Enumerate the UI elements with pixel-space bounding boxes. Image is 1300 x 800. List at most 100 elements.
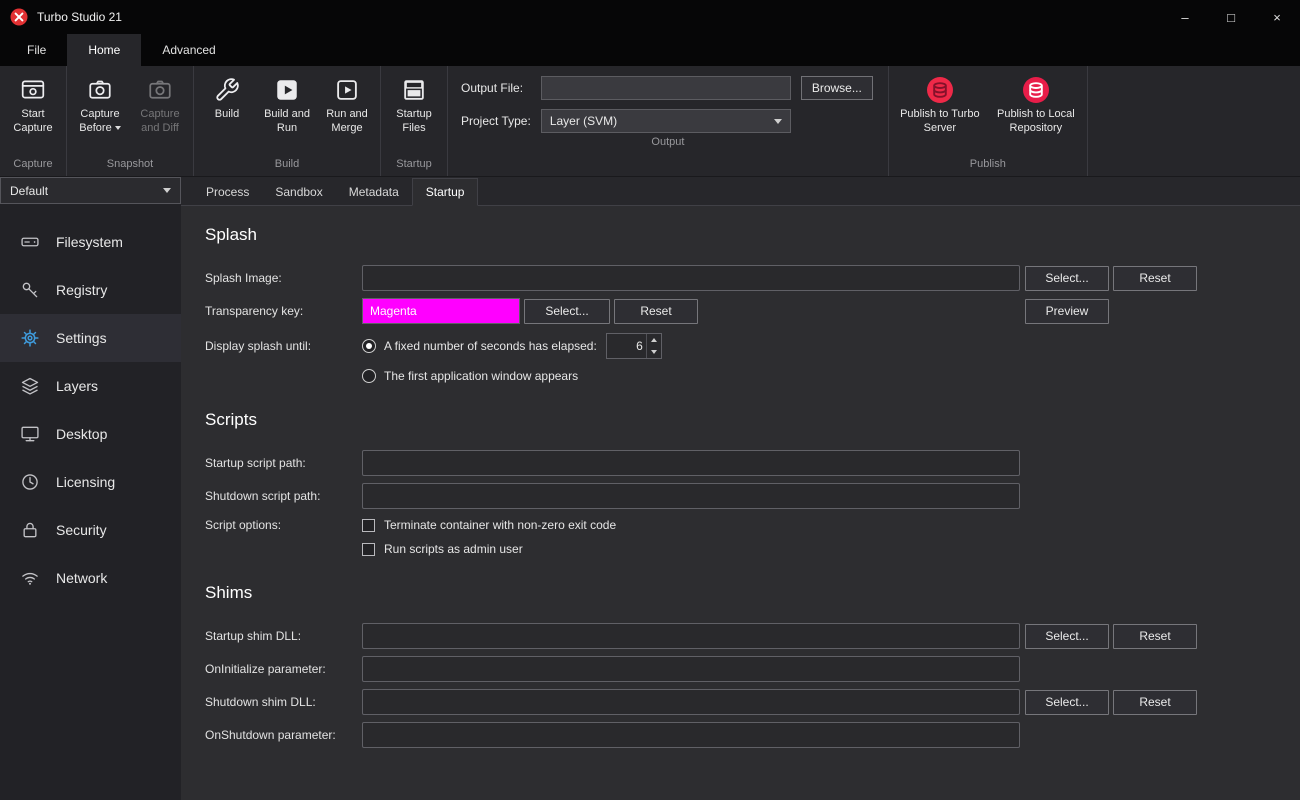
sidebar-item-security[interactable]: Security	[0, 506, 181, 554]
sidebar-item-desktop[interactable]: Desktop	[0, 410, 181, 458]
play-merge-icon	[334, 76, 360, 103]
drive-icon	[20, 232, 40, 252]
startup-script-input[interactable]	[362, 450, 1020, 476]
publish-to-local-repository-button[interactable]: Publish to Local Repository	[988, 71, 1084, 136]
shutdown-script-input[interactable]	[362, 483, 1020, 509]
sidebar-item-layers[interactable]: Layers	[0, 362, 181, 410]
app-logo-icon	[10, 8, 28, 26]
minimize-button[interactable]: –	[1162, 0, 1208, 34]
sidebar-nav: Filesystem Registry Settings	[0, 218, 181, 602]
startup-shim-input[interactable]	[362, 623, 1020, 649]
tab-metadata[interactable]: Metadata	[336, 178, 412, 206]
spinner-down-icon[interactable]	[647, 346, 661, 358]
run-and-merge-button[interactable]: Run and Merge	[317, 71, 377, 136]
menu-tab-file[interactable]: File	[6, 34, 67, 66]
lock-icon	[20, 520, 40, 540]
fixed-seconds-radio[interactable]	[362, 339, 376, 353]
oninitialize-row: OnInitialize parameter:	[205, 656, 1197, 682]
ribbon: Start Capture Capture Capture Before Cap…	[0, 66, 1300, 177]
tab-startup[interactable]: Startup	[412, 178, 479, 206]
chevron-down-icon	[774, 119, 782, 124]
key-icon	[20, 280, 40, 300]
tab-process[interactable]: Process	[193, 178, 262, 206]
startup-shim-row: Startup shim DLL: Select... Reset	[205, 623, 1197, 649]
onshutdown-label: OnShutdown parameter:	[205, 728, 362, 742]
transparency-reset-button[interactable]: Reset	[614, 299, 698, 324]
capture-and-diff-button[interactable]: Capture and Diff	[130, 71, 190, 136]
startup-files-label: Startup Files	[384, 108, 444, 136]
run-as-admin-checkbox[interactable]	[362, 543, 375, 556]
seconds-spinner	[606, 333, 662, 359]
sidebar-item-network[interactable]: Network	[0, 554, 181, 602]
first-window-radio[interactable]	[362, 369, 376, 383]
ribbon-group-label-publish: Publish	[892, 155, 1084, 176]
sidebar-item-filesystem[interactable]: Filesystem	[0, 218, 181, 266]
capture-before-button[interactable]: Capture Before	[70, 71, 130, 136]
output-file-label: Output File:	[461, 81, 531, 95]
oninitialize-input[interactable]	[362, 656, 1020, 682]
startup-files-icon	[401, 76, 427, 103]
startup-shim-reset-button[interactable]: Reset	[1113, 624, 1197, 649]
monitor-icon	[20, 424, 40, 444]
shutdown-shim-reset-button[interactable]: Reset	[1113, 690, 1197, 715]
camera-diff-icon	[147, 76, 173, 103]
run-as-admin-label: Run scripts as admin user	[384, 542, 523, 556]
startup-files-button[interactable]: Startup Files	[384, 71, 444, 136]
spinner-up-icon[interactable]	[647, 334, 661, 346]
ribbon-group-capture: Start Capture Capture	[0, 66, 67, 176]
publish-to-turbo-server-button[interactable]: Publish to Turbo Server	[892, 71, 988, 136]
sidebar-item-label: Registry	[56, 282, 107, 298]
browse-button[interactable]: Browse...	[801, 76, 873, 100]
startup-script-row: Startup script path:	[205, 450, 1197, 476]
build-and-run-button[interactable]: Build and Run	[257, 71, 317, 136]
project-type-label: Project Type:	[461, 114, 531, 128]
splash-image-input[interactable]	[362, 265, 1020, 291]
menu-tab-home[interactable]: Home	[67, 34, 141, 66]
profile-dropdown[interactable]: Default	[0, 177, 181, 204]
onshutdown-input[interactable]	[362, 722, 1020, 748]
startup-shim-select-button[interactable]: Select...	[1025, 624, 1109, 649]
tab-sandbox[interactable]: Sandbox	[262, 178, 335, 206]
output-file-input[interactable]	[541, 76, 791, 100]
oninitialize-label: OnInitialize parameter:	[205, 662, 362, 676]
chevron-down-icon	[163, 188, 171, 193]
maximize-button[interactable]: □	[1208, 0, 1254, 34]
ribbon-group-label-capture: Capture	[3, 155, 63, 176]
transparency-row: Transparency key: Magenta Select... Rese…	[205, 298, 1197, 324]
wifi-icon	[20, 568, 40, 588]
seconds-input[interactable]	[607, 334, 646, 358]
build-button[interactable]: Build	[197, 71, 257, 122]
menu-tab-advanced[interactable]: Advanced	[141, 34, 236, 66]
camera-icon	[87, 76, 113, 103]
onshutdown-row: OnShutdown parameter:	[205, 722, 1197, 748]
first-window-label: The first application window appears	[384, 369, 578, 383]
sidebar-item-label: Settings	[56, 330, 107, 346]
app-window: Turbo Studio 21 – □ × File Home Advanced…	[0, 0, 1300, 800]
wrench-icon	[214, 76, 240, 103]
shutdown-shim-input[interactable]	[362, 689, 1020, 715]
splash-image-select-button[interactable]: Select...	[1025, 266, 1109, 291]
transparency-select-button[interactable]: Select...	[524, 299, 610, 324]
sidebar-item-settings[interactable]: Settings	[0, 314, 181, 362]
sidebar-item-licensing[interactable]: Licensing	[0, 458, 181, 506]
gear-icon	[20, 328, 40, 348]
publish-to-turbo-server-label: Publish to Turbo Server	[892, 108, 988, 136]
ribbon-group-label-output: Output	[451, 133, 885, 154]
project-type-select[interactable]: Layer (SVM)	[541, 109, 791, 133]
preview-button[interactable]: Preview	[1025, 299, 1109, 324]
close-button[interactable]: ×	[1254, 0, 1300, 34]
sidebar-item-registry[interactable]: Registry	[0, 266, 181, 314]
shutdown-shim-label: Shutdown shim DLL:	[205, 695, 362, 709]
shims-heading: Shims	[205, 583, 1276, 603]
shutdown-script-row: Shutdown script path:	[205, 483, 1197, 509]
scripts-heading: Scripts	[205, 410, 1276, 430]
profile-dropdown-value: Default	[10, 184, 48, 198]
splash-image-label: Splash Image:	[205, 271, 362, 285]
shutdown-shim-select-button[interactable]: Select...	[1025, 690, 1109, 715]
terminate-container-checkbox[interactable]	[362, 519, 375, 532]
splash-image-reset-button[interactable]: Reset	[1113, 266, 1197, 291]
start-capture-button[interactable]: Start Capture	[3, 71, 63, 136]
sidebar-item-label: Desktop	[56, 426, 107, 442]
first-window-row: The first application window appears	[205, 369, 1197, 383]
sidebar-item-label: Licensing	[56, 474, 115, 490]
